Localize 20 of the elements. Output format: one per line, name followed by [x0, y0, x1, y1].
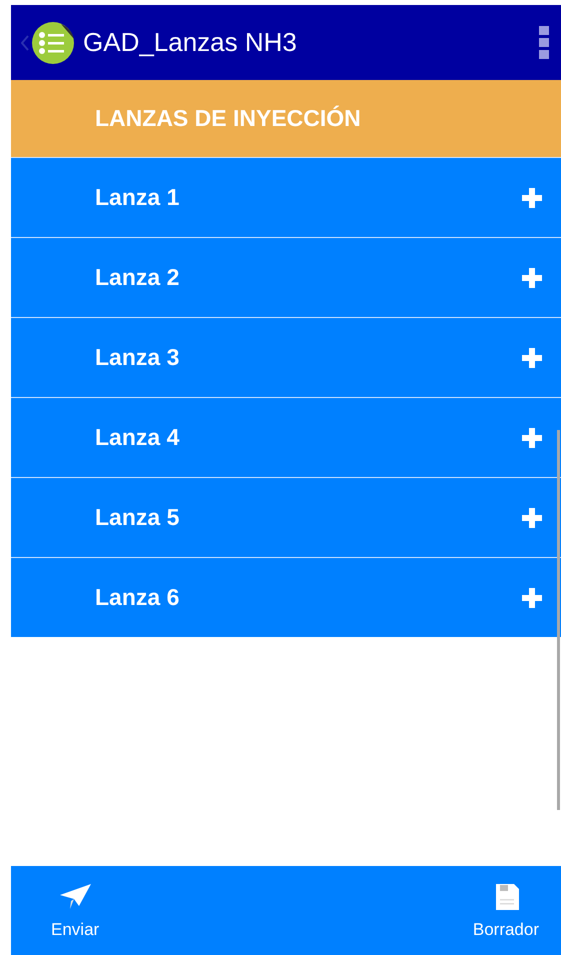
accordion-item[interactable]: Lanza 2	[11, 237, 561, 317]
item-label: Lanza 2	[95, 264, 180, 291]
item-label: Lanza 6	[95, 584, 180, 611]
app-title: GAD_Lanzas NH3	[83, 27, 298, 58]
accordion-item[interactable]: Lanza 1	[11, 157, 561, 237]
save-button[interactable]: Borrador	[462, 866, 549, 955]
send-button[interactable]: Enviar	[41, 866, 110, 955]
more-icon[interactable]	[539, 26, 549, 60]
accordion-item[interactable]: Lanza 3	[11, 317, 561, 397]
item-label: Lanza 1	[95, 184, 180, 211]
item-label: Lanza 4	[95, 424, 180, 451]
list-icon	[31, 20, 75, 64]
back-icon[interactable]	[21, 34, 29, 50]
item-label: Lanza 5	[95, 504, 180, 531]
accordion-item[interactable]: Lanza 5	[11, 477, 561, 557]
accordion-item[interactable]: Lanza 4	[11, 397, 561, 477]
section-title: LANZAS DE INYECCIÓN	[95, 105, 361, 132]
accordion-item[interactable]: Lanza 6	[11, 557, 561, 637]
scrollbar[interactable]	[557, 430, 560, 810]
item-label: Lanza 3	[95, 344, 180, 371]
